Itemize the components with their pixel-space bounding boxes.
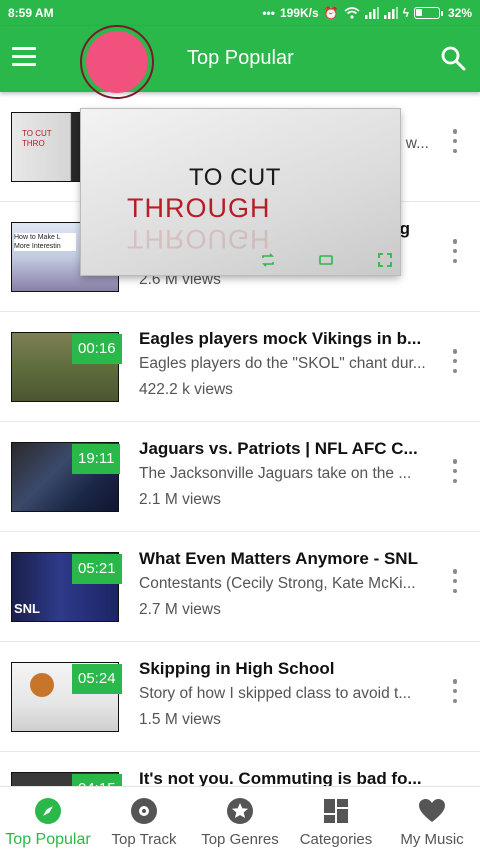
nav-top-track[interactable]: Top Track <box>96 787 192 854</box>
video-views: 422.2 k views <box>139 381 233 398</box>
nav-label: Top Genres <box>201 831 279 848</box>
video-item[interactable]: 05:24 Skipping in High School Story of h… <box>0 642 480 752</box>
network-speed: 199K/s <box>279 6 319 20</box>
video-views: 2.7 M views <box>139 601 221 618</box>
page-title: Top Popular <box>187 47 294 69</box>
nav-categories[interactable]: Categories <box>288 787 384 854</box>
video-title: Jaguars vs. Patriots | NFL AFC C... <box>139 439 418 458</box>
repeat-icon[interactable] <box>260 252 276 268</box>
video-item[interactable]: 19:11 Jaguars vs. Patriots | NFL AFC C..… <box>0 422 480 532</box>
video-views: 2.1 M views <box>139 491 221 508</box>
more-options-icon[interactable] <box>449 129 461 153</box>
mini-player[interactable]: TO CUT THROUGH THROUGH <box>81 109 400 275</box>
more-dots-icon: ••• <box>262 6 275 20</box>
duration-badge: 00:16 <box>72 334 122 364</box>
duration-badge: 04:15 <box>72 774 122 786</box>
nav-top-popular[interactable]: Top Popular <box>0 787 96 854</box>
battery-icon <box>413 7 443 19</box>
more-options-icon[interactable] <box>449 679 461 703</box>
video-description: Story of how I skipped class to avoid t.… <box>139 685 412 702</box>
battery-percent: 32% <box>447 6 472 20</box>
more-options-icon[interactable] <box>449 569 461 593</box>
video-title: Eagles players mock Vikings in b... <box>139 329 422 348</box>
video-title: It's not you. Commuting is bad fo... <box>139 769 422 786</box>
more-options-icon[interactable] <box>449 459 461 483</box>
heart-icon <box>419 799 445 822</box>
mini-player-reflection: THROUGH <box>127 224 271 254</box>
video-item[interactable]: 04:15 It's not you. Commuting is bad fo.… <box>0 752 480 786</box>
nav-label: My Music <box>400 831 464 848</box>
mini-player-caption-line2: THROUGH <box>127 193 271 223</box>
grid-icon <box>324 799 348 823</box>
video-item[interactable]: 00:16 Eagles players mock Vikings in b..… <box>0 312 480 422</box>
nav-label: Top Track <box>111 831 177 848</box>
more-options-icon[interactable] <box>449 239 461 263</box>
minimize-icon[interactable] <box>318 252 334 268</box>
charging-icon: ϟ <box>402 6 409 20</box>
video-views: 1.5 M views <box>139 711 221 728</box>
duration-badge: 05:21 <box>72 554 122 584</box>
more-options-icon[interactable] <box>449 349 461 373</box>
nav-my-music[interactable]: My Music <box>384 787 480 854</box>
duration-badge: 05:24 <box>72 664 122 694</box>
cartoon-figure <box>30 673 54 697</box>
search-icon[interactable] <box>440 45 466 71</box>
disc-icon <box>131 798 157 824</box>
compass-icon <box>35 798 61 824</box>
signal-icon-2 <box>383 7 398 19</box>
video-item[interactable]: SNL 05:21 What Even Matters Anymore - SN… <box>0 532 480 642</box>
nav-label: Top Popular <box>5 831 91 848</box>
mini-player-caption-line1: TO CUT <box>189 164 281 191</box>
nav-label: Categories <box>299 831 373 848</box>
signal-icon <box>364 7 379 19</box>
alarm-icon: ⏰ <box>323 6 339 20</box>
fullscreen-icon[interactable] <box>377 252 393 268</box>
wifi-icon <box>344 7 360 19</box>
video-description: Contestants (Cecily Strong, Kate McKi... <box>139 575 416 592</box>
status-icons: ••• 199K/s ⏰ ϟ 32% <box>262 6 472 20</box>
video-title: What Even Matters Anymore - SNL <box>139 549 418 568</box>
bottom-nav: Top Popular Top Track Top Genres Categor… <box>0 786 480 854</box>
video-description: Eagles players do the "SKOL" chant dur..… <box>139 355 426 372</box>
app-bar: Top Popular <box>0 25 480 99</box>
star-icon <box>227 798 253 824</box>
nav-top-genres[interactable]: Top Genres <box>192 787 288 854</box>
status-time: 8:59 AM <box>8 6 54 20</box>
status-bar: 8:59 AM ••• 199K/s ⏰ ϟ 32% <box>0 0 480 26</box>
duration-badge: 19:11 <box>72 444 121 474</box>
menu-button[interactable] <box>12 47 36 67</box>
video-title: Skipping in High School <box>139 659 335 678</box>
video-description: The Jacksonville Jaguars take on the ... <box>139 465 412 482</box>
floating-record-button[interactable] <box>80 25 154 99</box>
